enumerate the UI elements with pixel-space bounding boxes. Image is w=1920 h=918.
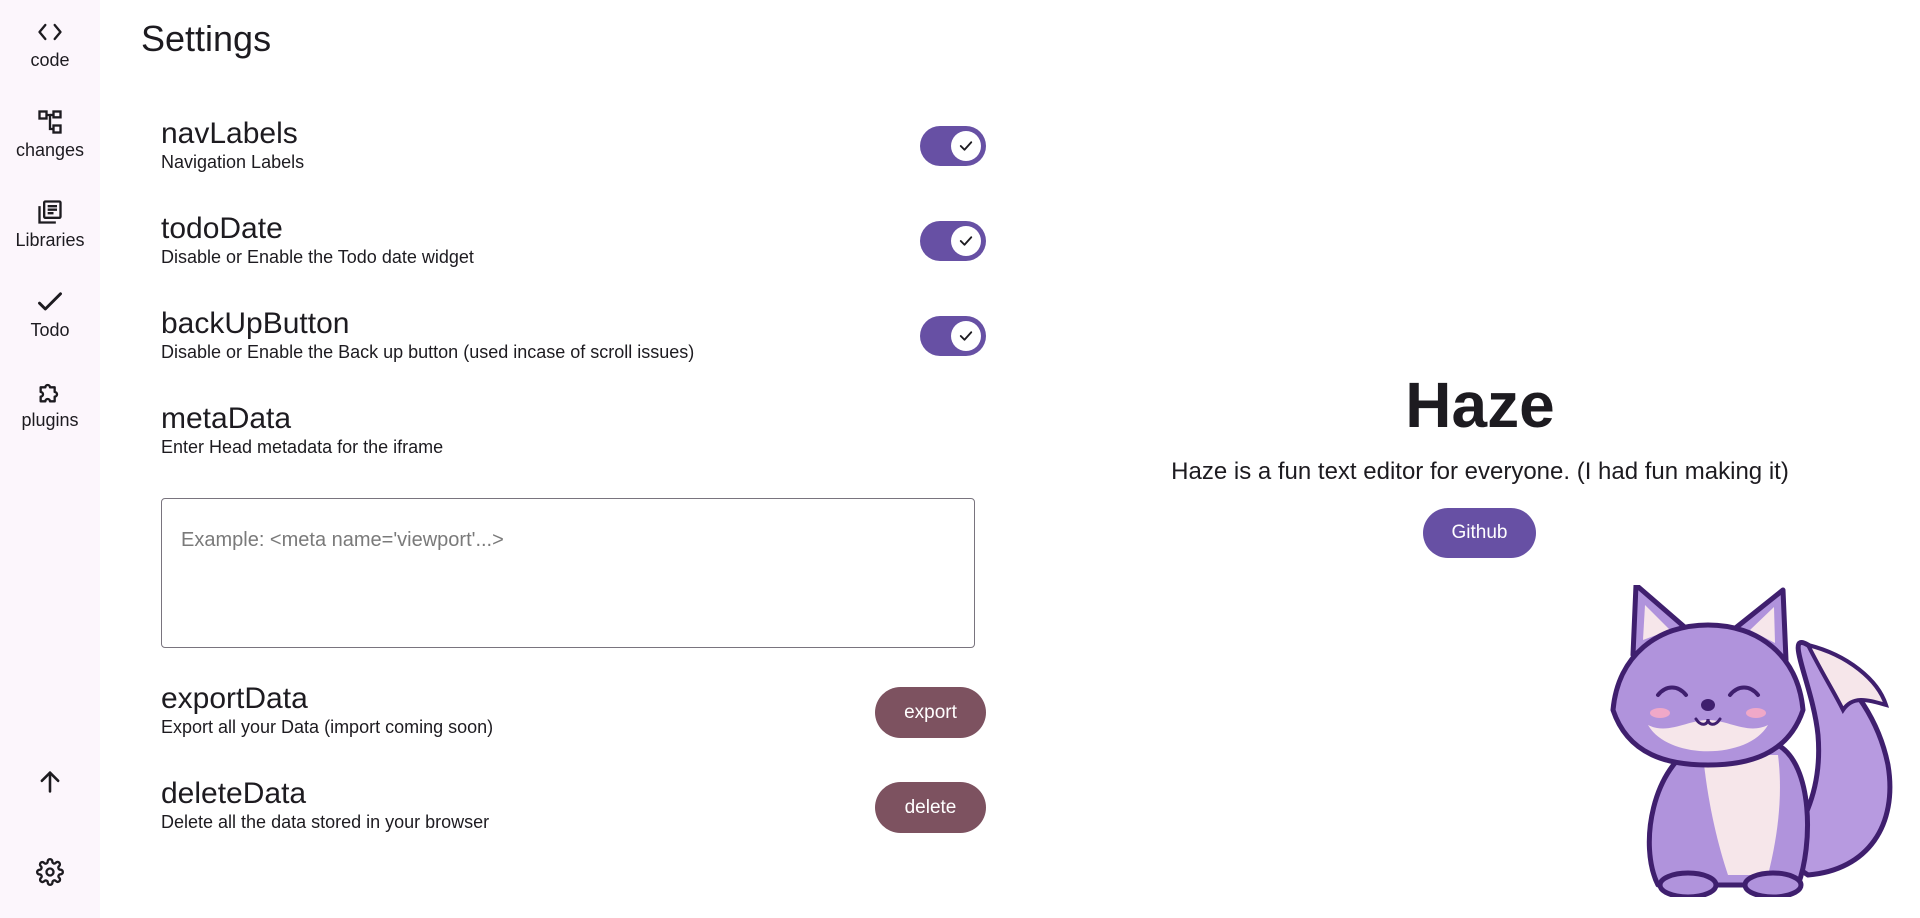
setting-name: navLabels [161,117,298,150]
back-up-button[interactable] [0,762,100,802]
setting-tododate: todoDate Disable or Enable the Todo date… [161,214,986,268]
navigation-rail: code changes Libraries Todo plugins [0,0,100,918]
check-icon [959,141,973,151]
setting-name: todoDate [161,212,283,245]
settings-button[interactable] [0,852,100,892]
tododate-toggle[interactable] [920,221,986,261]
nav-label-code: code [30,50,70,70]
setting-name: metaData [161,402,292,435]
setting-name: exportData [161,682,308,715]
setting-backupbutton: backUpButton Disable or Enable the Back … [161,309,986,363]
setting-description: Delete all the data stored in your brows… [161,812,490,832]
check-icon [38,292,62,311]
app-tagline: Haze is a fun text editor for everyone. … [1171,458,1789,485]
toggle-thumb [951,131,981,161]
backupbutton-toggle[interactable] [920,316,986,356]
changes-icon [38,110,62,134]
nav-item-plugins[interactable]: plugins [0,378,100,458]
setting-deletedata: deleteData Delete all the data stored in… [161,779,986,833]
page-title: Settings [141,18,272,59]
nav-item-changes[interactable]: changes [0,108,100,188]
export-button[interactable]: export [875,687,986,738]
gear-icon [36,858,64,886]
setting-navlabels: navLabels Navigation Labels [161,119,986,173]
metadata-textarea[interactable] [161,498,975,648]
setting-description: Disable or Enable the Back up button (us… [161,342,695,362]
delete-button[interactable]: delete [875,782,986,833]
nav-item-todo[interactable]: Todo [0,288,100,368]
setting-description: Navigation Labels [161,152,305,172]
setting-description: Enter Head metadata for the iframe [161,437,444,457]
setting-description: Export all your Data (import coming soon… [161,717,494,737]
toggle-thumb [951,321,981,351]
puzzle-icon [39,383,59,403]
check-icon [959,236,973,246]
setting-name: deleteData [161,777,307,810]
setting-metadata: metaData Enter Head metadata for the ifr… [161,404,986,458]
libraries-icon [38,200,62,224]
nav-item-code[interactable]: code [0,18,100,98]
setting-exportdata: exportData Export all your Data (import … [161,684,986,738]
nav-label-changes: changes [15,140,85,160]
nav-label-libraries: Libraries [15,230,85,250]
arrow-up-icon [40,771,60,793]
check-icon [959,331,973,341]
toggle-thumb [951,226,981,256]
github-button[interactable]: Github [1423,508,1536,558]
app-name-heading: Haze [1405,369,1555,441]
setting-name: backUpButton [161,307,350,340]
code-icon [38,23,62,41]
nav-item-libraries[interactable]: Libraries [0,198,100,278]
nav-label-plugins: plugins [21,410,79,430]
fox-illustration [1610,585,1893,897]
nav-label-todo: Todo [30,320,70,340]
navlabels-toggle[interactable] [920,126,986,166]
setting-description: Disable or Enable the Todo date widget [161,247,474,267]
